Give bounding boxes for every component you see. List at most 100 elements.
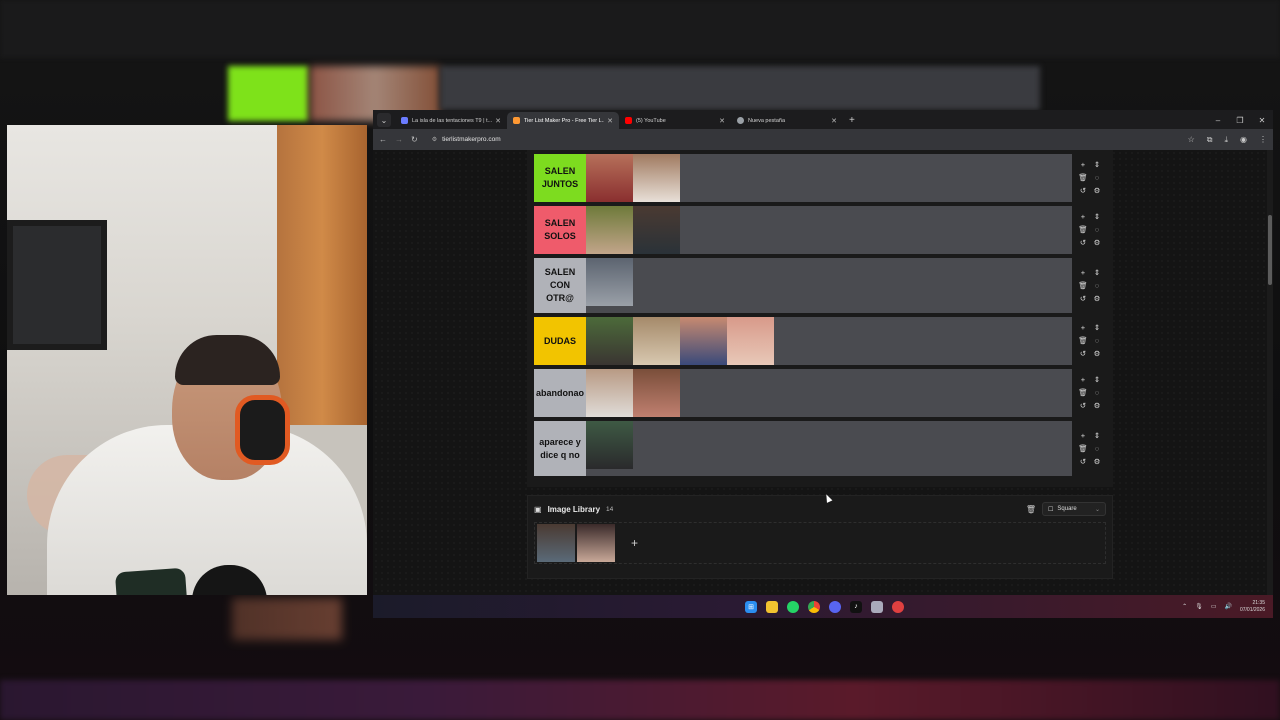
network-icon[interactable]: ▭ [1211,603,1217,610]
color-icon[interactable]: ◌ [1095,336,1099,345]
chrome-icon[interactable] [808,600,820,613]
contestant-image[interactable] [586,206,633,254]
add-icon[interactable]: + [1081,375,1085,384]
contestant-image[interactable] [586,369,633,417]
tier-label[interactable]: aparece y dice q no [534,421,586,476]
reset-icon[interactable]: ↺ [1080,294,1086,303]
close-icon[interactable]: ✕ [831,117,837,125]
tier-label[interactable]: SALEN SOLOS [534,206,586,254]
reset-icon[interactable]: ↺ [1080,186,1086,195]
whatsapp-icon[interactable] [787,600,799,613]
tab-search-button[interactable]: ⌄ [377,113,391,127]
contestant-image[interactable] [633,317,680,365]
profile-avatar-icon[interactable]: ◉ [1240,135,1247,145]
reset-icon[interactable]: ↺ [1080,238,1086,247]
download-icon[interactable]: ⤓ [1224,135,1228,145]
chevron-up-icon[interactable]: ⌃ [1182,603,1187,610]
tier-label[interactable]: SALEN CON OTR@ [534,258,586,313]
move-icon[interactable]: ⇕ [1094,323,1100,332]
settings-icon[interactable]: ⚙ [1094,238,1101,247]
volume-icon[interactable]: 🔊 [1224,603,1231,610]
menu-icon[interactable]: ⋮ [1259,135,1267,145]
color-icon[interactable]: ◌ [1095,173,1099,182]
reset-icon[interactable]: ↺ [1080,401,1086,410]
add-image-button[interactable]: + [631,536,638,550]
tier-label[interactable]: abandonao [534,369,586,417]
tiktok-icon[interactable]: ♪ [850,600,862,613]
close-window-icon[interactable]: ✕ [1251,112,1273,129]
windows-start-icon[interactable]: ⊞ [745,600,757,613]
trash-icon[interactable]: 🗑 [1078,444,1088,453]
contestant-image[interactable] [680,317,727,365]
move-icon[interactable]: ⇕ [1094,268,1100,277]
contestant-image[interactable] [586,258,633,306]
add-icon[interactable]: + [1081,431,1085,440]
tab-favicon [401,117,408,124]
close-icon[interactable]: ✕ [607,117,613,125]
close-icon[interactable]: ✕ [495,117,501,125]
tier-controls: + ⇕ 🗑 ◌ ↺ ⚙ [1076,210,1104,249]
move-icon[interactable]: ⇕ [1094,375,1100,384]
address-bar[interactable]: ⚙ tierlistmakerpro.com [426,132,1180,147]
trash-icon[interactable]: 🗑 [1078,336,1088,345]
move-icon[interactable]: ⇕ [1094,160,1100,169]
forward-icon[interactable]: → [395,135,403,144]
color-icon[interactable]: ◌ [1095,281,1099,290]
library-image[interactable] [537,524,575,562]
library-image[interactable] [577,524,615,562]
tier-label[interactable]: DUDAS [534,317,586,365]
add-icon[interactable]: + [1081,268,1085,277]
restore-icon[interactable]: ❐ [1229,112,1251,129]
minimize-icon[interactable]: – [1207,112,1229,129]
reset-icon[interactable]: ↺ [1080,349,1086,358]
taskbar-clock[interactable]: 21:35 07/01/2026 [1240,600,1265,614]
trash-icon[interactable]: 🗑 [1078,173,1088,182]
settings-icon[interactable]: ⚙ [1094,294,1101,303]
add-icon[interactable]: + [1081,212,1085,221]
trash-icon[interactable]: 🗑 [1078,388,1088,397]
settings-icon[interactable]: ⚙ [1094,349,1101,358]
move-icon[interactable]: ⇕ [1094,212,1100,221]
scrollbar[interactable] [1267,150,1273,595]
file-explorer-icon[interactable] [766,600,778,613]
reset-icon[interactable]: ↺ [1080,457,1086,466]
tab-new-tab[interactable]: Nueva pestaña ✕ [731,112,843,129]
tab-isla[interactable]: La isla de las tentaciones T9 | t... ✕ [395,112,507,129]
contestant-image[interactable] [586,317,633,365]
settings-icon[interactable]: ⚙ [1094,457,1101,466]
contestant-image[interactable] [633,154,680,202]
contestant-image[interactable] [633,369,680,417]
scrollbar-thumb[interactable] [1268,215,1272,285]
close-icon[interactable]: ✕ [719,117,725,125]
reload-icon[interactable]: ↻ [411,135,418,144]
settings-icon[interactable]: ⚙ [1094,186,1101,195]
add-icon[interactable]: + [1081,160,1085,169]
image-library-dropzone[interactable]: + [534,522,1106,564]
contestant-image[interactable] [586,421,633,469]
color-icon[interactable]: ◌ [1095,388,1099,397]
extensions-icon[interactable]: ⧉ [1207,135,1213,145]
settings-icon[interactable]: ⚙ [1094,401,1101,410]
trash-icon[interactable]: 🗑 [1078,281,1088,290]
contestant-image[interactable] [633,206,680,254]
tab-tier-list-maker[interactable]: Tier List Maker Pro - Free Tier L... ✕ [507,112,619,129]
move-icon[interactable]: ⇕ [1094,431,1100,440]
shape-select[interactable]: ☐ Square ⌄ [1042,502,1106,516]
tab-youtube[interactable]: (5) YouTube ✕ [619,112,731,129]
contestant-image[interactable] [727,317,774,365]
microphone-icon[interactable]: 🎙 [1195,603,1203,610]
obs-icon[interactable] [892,600,904,613]
bookmark-star-icon[interactable]: ☆ [1188,135,1195,145]
contestant-image[interactable] [586,154,633,202]
color-icon[interactable]: ◌ [1095,444,1099,453]
tier-label[interactable]: SALEN JUNTOS [534,154,586,202]
trash-icon[interactable]: 🗑 [1026,505,1036,514]
trash-icon[interactable]: 🗑 [1078,225,1088,234]
color-icon[interactable]: ◌ [1095,225,1099,234]
back-icon[interactable]: ← [379,135,387,144]
app-icon[interactable] [871,600,883,613]
add-icon[interactable]: + [1081,323,1085,332]
new-tab-button[interactable]: + [843,112,861,129]
site-info-icon[interactable]: ⚙ [432,136,437,143]
discord-icon[interactable] [829,600,841,613]
